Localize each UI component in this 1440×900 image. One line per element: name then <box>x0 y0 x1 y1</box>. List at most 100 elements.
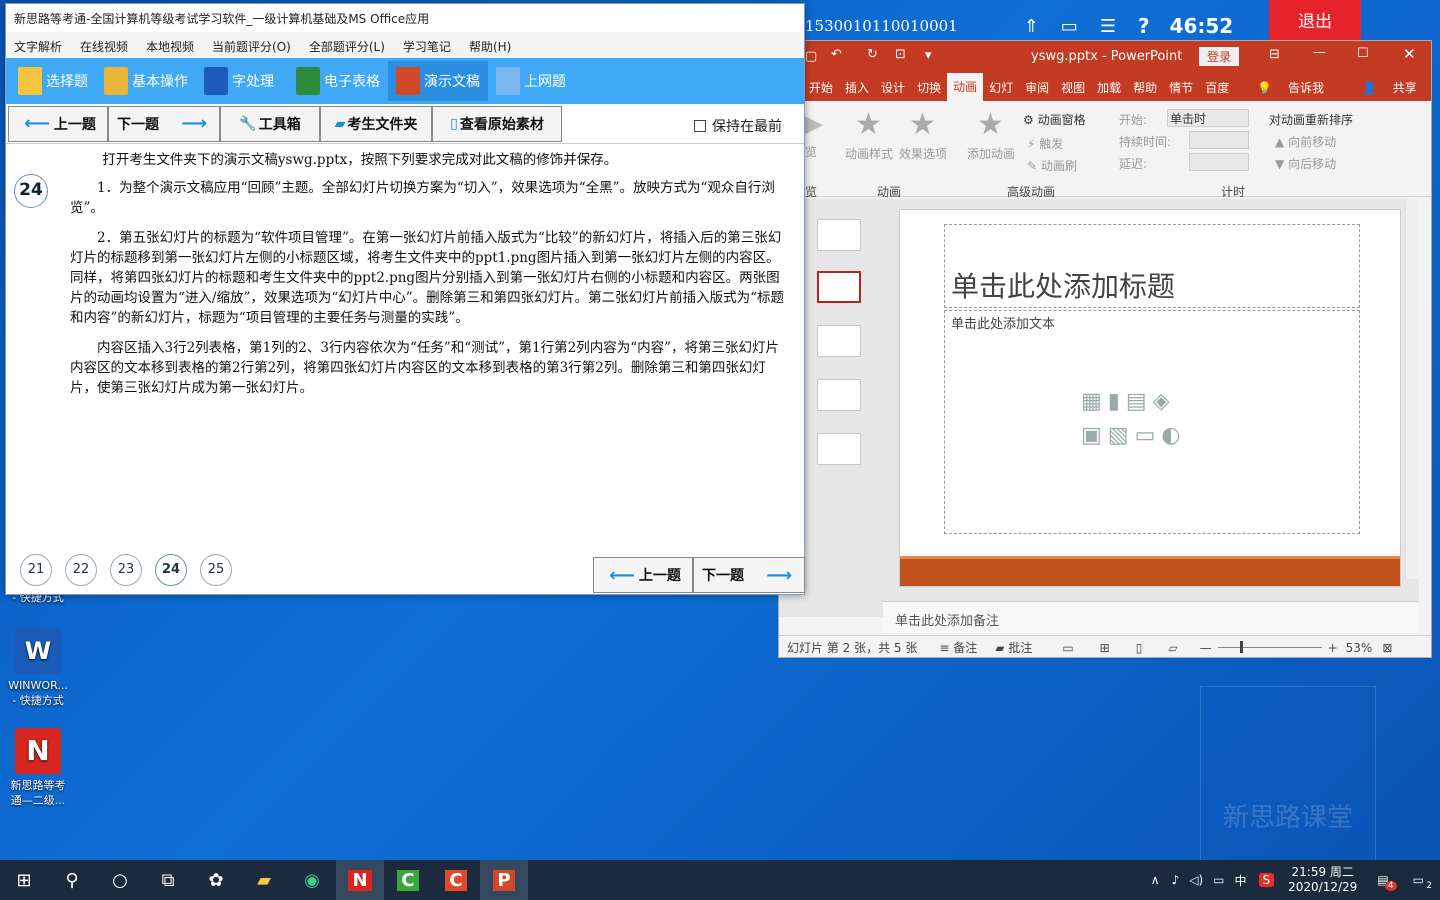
tell-me-button[interactable]: 💡 告诉我 <box>1245 79 1336 96</box>
ribbon-tab[interactable]: 审阅 <box>1019 79 1055 96</box>
reading-view-icon[interactable]: ▯ <box>1136 641 1143 655</box>
ribbon-tab[interactable]: 情节 <box>1163 79 1199 96</box>
animation-style-button[interactable]: 动画样式 <box>845 145 893 162</box>
effect-options-button[interactable]: 效果选项 <box>899 145 947 162</box>
move-later-button[interactable]: ▼ 向后移动 <box>1275 155 1336 172</box>
insert-online-picture-icon[interactable]: ▧ <box>1108 423 1135 448</box>
next-question-button[interactable]: 下一题 ⟶ <box>108 105 220 142</box>
animation-style-icon[interactable]: ★ <box>855 107 882 142</box>
slideshow-icon[interactable]: ▱ <box>1168 641 1177 655</box>
exit-button[interactable]: 退出 <box>1269 0 1361 44</box>
effect-options-icon[interactable]: ★ <box>909 107 936 142</box>
ribbon-tab[interactable]: 帮助 <box>1127 79 1163 96</box>
ribbon-tab[interactable]: 切换 <box>911 79 947 96</box>
share-button[interactable]: 👤 共享 <box>1350 79 1429 96</box>
mode-tab[interactable]: 字处理 <box>196 61 282 101</box>
prev-question-button[interactable]: ⟵ 上一题 <box>8 105 108 142</box>
slide-thumbnail[interactable] <box>817 433 861 465</box>
checklist-icon[interactable]: ☰ <box>1100 16 1116 37</box>
ribbon-tab[interactable]: 动画 <box>947 73 984 101</box>
fit-slide-icon[interactable]: ⊠ <box>1382 641 1392 655</box>
camtasia-button[interactable]: C <box>384 860 432 900</box>
zoom-out-icon[interactable]: — <box>1200 641 1212 655</box>
notification-icon[interactable]: ▤ 4 <box>1377 873 1397 891</box>
delay-input[interactable] <box>1189 153 1249 171</box>
ribbon-tab[interactable]: 开始 <box>803 79 839 96</box>
insert-video-icon[interactable]: ▭ <box>1135 423 1162 448</box>
page-23[interactable]: 23 <box>110 554 142 586</box>
clock[interactable]: 21:59 周二 2020/12/29 <box>1288 865 1357 895</box>
menu-item[interactable]: 当前题评分(O) <box>212 40 291 54</box>
page-24-current[interactable]: 24 <box>155 554 187 586</box>
insert-3d-icon[interactable]: ◈ <box>1153 389 1176 414</box>
vertical-scrollbar[interactable] <box>1405 199 1419 579</box>
mode-tab[interactable]: 上网题 <box>488 61 574 101</box>
mode-tab[interactable]: 选择题 <box>10 61 96 101</box>
content-placeholder[interactable]: 单击此处添加文本 ▦▮▤◈ ▣▧▭◐ <box>944 310 1360 534</box>
title-placeholder[interactable]: 单击此处添加标题 <box>944 224 1360 308</box>
pinwheel-app-button[interactable]: ✿ <box>192 860 240 900</box>
menu-item[interactable]: 全部题评分(L) <box>309 40 385 54</box>
ribbon-tab[interactable]: 设计 <box>875 79 911 96</box>
menu-item[interactable]: 帮助(H) <box>469 40 511 54</box>
action-center-icon[interactable]: ▭ 2 <box>1413 873 1432 891</box>
exam-folder-button[interactable]: ▰ 考生文件夹 <box>320 105 432 142</box>
sogou-icon[interactable]: S <box>1258 873 1275 887</box>
cortana-button[interactable]: ○ <box>96 860 144 900</box>
slide-thumbnail-selected[interactable] <box>817 271 861 303</box>
close-icon[interactable]: ✕ <box>1403 45 1416 63</box>
file-explorer-button[interactable]: ▰ <box>240 860 288 900</box>
slide-thumbnail[interactable] <box>817 325 861 357</box>
menu-item[interactable]: 文字解析 <box>14 40 62 54</box>
bottom-prev-button[interactable]: ⟵ 上一题 <box>593 557 693 593</box>
desktop-icon-xinsilu[interactable]: N 新思路等考 通—二级... <box>0 728 76 808</box>
duration-input[interactable] <box>1189 131 1249 149</box>
slide-thumbnail[interactable] <box>817 219 861 251</box>
toolbox-button[interactable]: 🔧 工具箱 <box>220 105 320 142</box>
checkbox-box[interactable] <box>694 120 706 132</box>
comments-toggle[interactable]: ▰ 批注 <box>995 639 1032 656</box>
insert-picture-icon[interactable]: ▣ <box>1081 423 1108 448</box>
ribbon-display-icon[interactable]: ⊟ <box>1269 47 1280 62</box>
insert-icon-icon[interactable]: ◐ <box>1161 423 1186 448</box>
add-animation-button[interactable]: 添加动画 <box>967 145 1015 162</box>
animation-pane-button[interactable]: ⚙ 动画窗格 <box>1023 111 1086 128</box>
menu-item[interactable]: 本地视频 <box>146 40 194 54</box>
maximize-icon[interactable]: ☐ <box>1357 46 1369 61</box>
volume-icon[interactable]: ◁) <box>1189 873 1203 887</box>
menu-item[interactable]: 在线视频 <box>80 40 128 54</box>
preview-button[interactable]: ▶ <box>803 109 823 139</box>
bell-icon[interactable]: ♪ <box>1172 873 1180 887</box>
slide-sorter-icon[interactable]: ⊞ <box>1100 641 1110 655</box>
login-button[interactable]: 登录 <box>1199 47 1240 66</box>
ribbon-tab[interactable]: 视图 <box>1055 79 1091 96</box>
desktop-icon-winword[interactable]: W WINWOR... - 快捷方式 <box>0 628 76 708</box>
trigger-button[interactable]: ⚡ 触发 <box>1027 135 1063 152</box>
bottom-next-button[interactable]: 下一题 ⟶ <box>693 557 805 593</box>
save-icon[interactable]: ▢ <box>805 49 817 64</box>
notes-pane[interactable]: 单击此处添加备注 <box>883 601 1419 633</box>
zoom-thumb[interactable] <box>1239 641 1243 653</box>
search-button[interactable]: ⚲ <box>48 860 96 900</box>
start-button[interactable]: ⊞ <box>0 860 48 900</box>
redo-icon[interactable]: ↻ <box>867 47 878 62</box>
mode-tab[interactable]: 电子表格 <box>288 61 388 101</box>
ribbon-tab[interactable]: 幻灯 <box>983 79 1019 96</box>
tray-expand-icon[interactable]: ∧ <box>1151 873 1160 887</box>
page-21[interactable]: 21 <box>20 554 52 586</box>
customize-qat-icon[interactable]: ▾ <box>925 48 932 63</box>
mode-tab[interactable]: 演示文稿 <box>388 61 488 101</box>
insert-table-icon[interactable]: ▦ <box>1081 389 1108 414</box>
slide-thumbnail[interactable] <box>817 379 861 411</box>
powerpoint-taskbar-button[interactable]: P <box>480 860 528 900</box>
insert-smartart-icon[interactable]: ▤ <box>1126 389 1153 414</box>
edge-button[interactable]: ◉ <box>288 860 336 900</box>
minimize-icon[interactable]: — <box>1313 45 1326 60</box>
ribbon-tab[interactable]: 插入 <box>839 79 875 96</box>
insert-chart-icon[interactable]: ▮ <box>1108 389 1126 414</box>
view-material-button[interactable]: ▯ 查看原始素材 <box>432 105 562 142</box>
task-view-button[interactable]: ⧉ <box>144 860 192 900</box>
keep-on-top-checkbox[interactable]: 保持在最前 <box>694 116 782 136</box>
xinsilu-taskbar-button[interactable]: N <box>336 860 384 900</box>
network-icon[interactable]: ▭ <box>1213 873 1224 887</box>
